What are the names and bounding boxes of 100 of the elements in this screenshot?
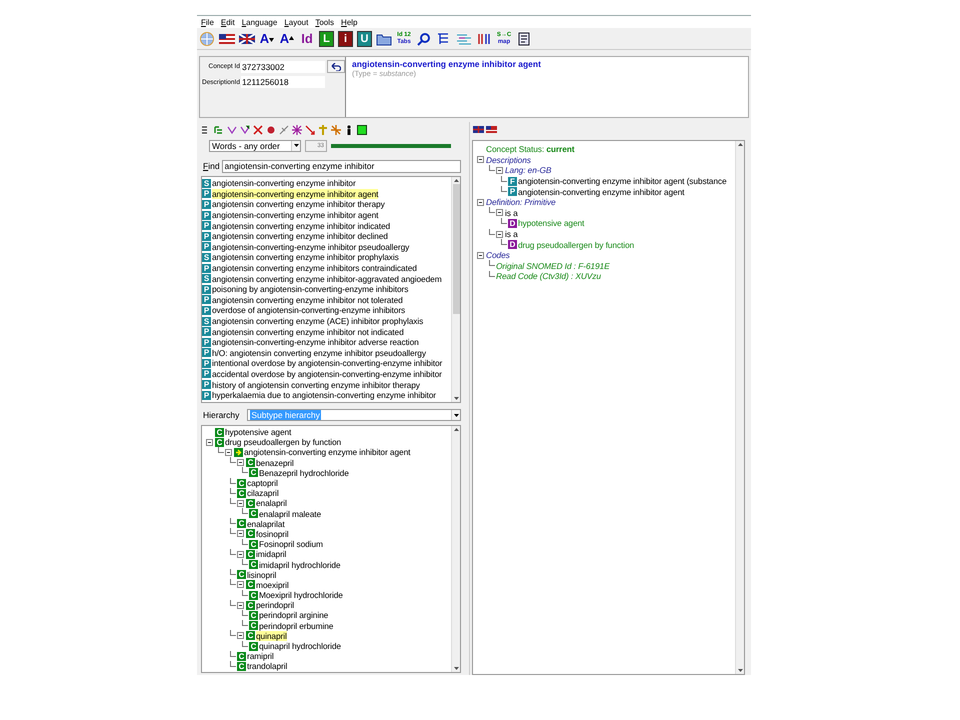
menu-item[interactable]: Layout: [284, 18, 308, 26]
result-item[interactable]: angiotensin-converting enzyme inhibitor agent: [212, 188, 378, 199]
tree-item[interactable]: imidapril hydrochloride: [259, 560, 340, 570]
scroll-down-icon[interactable]: [454, 397, 458, 400]
result-item[interactable]: hyperkalaemia due to angiotensin-converting enzyme inhibitor: [212, 390, 436, 400]
menu-item[interactable]: Edit: [220, 18, 235, 26]
font-larger-button[interactable]: A: [279, 30, 295, 48]
tree-item[interactable]: moexipril: [256, 580, 289, 590]
tree-item[interactable]: angiotensin-converting enzyme inhibitor agent: [244, 447, 410, 458]
tree-item[interactable]: lisinopril: [247, 570, 276, 580]
tree-item[interactable]: hypotensive agent: [225, 427, 292, 438]
tree-item[interactable]: perindopril erbumine: [259, 620, 334, 631]
tree-item[interactable]: fosinopril: [256, 528, 289, 539]
result-item[interactable]: angiotensin converting enzyme inhibitor not tolerated: [212, 294, 403, 305]
collapse-icon[interactable]: [237, 530, 244, 538]
result-item[interactable]: angiotensin converting enzyme inhibitor prophylaxis: [212, 252, 399, 262]
result-item[interactable]: angiotensin-converting enzyme inhibitor agent: [212, 210, 378, 220]
outline-icon[interactable]: [214, 125, 224, 135]
result-item[interactable]: poisoning by angiotensin-converting-enzyme inhibitors: [212, 284, 408, 294]
concept-badge: C: [249, 468, 258, 478]
concept-id-field[interactable]: 372733002: [240, 60, 325, 72]
tree-item[interactable]: Fosinopril sodium: [259, 539, 323, 550]
result-item[interactable]: angiotensin converting enzyme inhibitor indicated: [212, 220, 390, 231]
letter-button[interactable]: i: [338, 30, 353, 46]
detail-item: Codes: [486, 250, 510, 260]
id-button[interactable]: Id: [299, 30, 315, 48]
tree-item[interactable]: perindopril arginine: [259, 610, 328, 620]
arrow-icon[interactable]: [305, 125, 315, 135]
result-item[interactable]: angiotensin-converting enzyme inhibitor: [212, 178, 356, 188]
delete-icon[interactable]: [253, 125, 263, 135]
us-flag-icon[interactable]: [486, 126, 497, 133]
scrollbar[interactable]: [451, 426, 460, 672]
collapse-icon[interactable]: [496, 209, 503, 216]
tree-item[interactable]: Benazepril hydrochloride: [259, 468, 349, 478]
record-icon[interactable]: [266, 125, 276, 135]
collapse-icon[interactable]: [237, 632, 244, 640]
script-button[interactable]: [516, 30, 532, 48]
tree-item[interactable]: enalaprilat: [247, 518, 285, 529]
scroll-up-icon[interactable]: [454, 179, 458, 182]
result-item[interactable]: history of angiotensin converting enzyme inhibitor therapy: [212, 380, 420, 390]
tree-item[interactable]: imidapril: [256, 549, 286, 560]
tree-item[interactable]: quinapril: [256, 630, 287, 641]
tree-item[interactable]: trandolapril: [247, 661, 288, 672]
term-badge: P: [202, 200, 211, 209]
scroll-down-icon[interactable]: [454, 667, 458, 670]
result-item[interactable]: angiotensin converting enzyme inhibitor therapy: [212, 199, 385, 210]
result-item[interactable]: angiotensin converting enzyme inhibitor-aggravated angioedem: [212, 274, 442, 284]
menu-item[interactable]: Language: [242, 18, 278, 26]
collapse-icon[interactable]: [237, 500, 244, 507]
search-mode-select[interactable]: Words - any order: [209, 140, 301, 152]
tree-item[interactable]: perindopril: [256, 600, 294, 610]
tree-item[interactable]: ramipril: [247, 651, 274, 662]
tree-item[interactable]: enalapril maleate: [259, 508, 322, 519]
tree-item[interactable]: quinapril hydrochloride: [259, 641, 341, 652]
result-item[interactable]: overdose of angiotensin-converting-enzyme inhibitors: [212, 305, 406, 316]
collapse-icon[interactable]: [496, 230, 503, 238]
menu-item[interactable]: Help: [341, 18, 358, 26]
scrollbar[interactable]: [735, 141, 744, 674]
result-item[interactable]: h/O: angiotensin converting enzyme inhibitor pseudoallergy: [212, 348, 426, 358]
collapse-icon[interactable]: [237, 581, 244, 588]
collapse-icon[interactable]: [477, 198, 484, 206]
result-item[interactable]: angiotensin converting enzyme inhibitors contraindicated: [212, 263, 417, 274]
filter-add-icon[interactable]: [240, 125, 250, 135]
menu-item[interactable]: File: [201, 18, 214, 26]
letter-button[interactable]: L: [319, 30, 334, 46]
scroll-down-icon[interactable]: [738, 669, 742, 672]
collapse-icon[interactable]: [477, 156, 484, 164]
result-item[interactable]: intentional overdose by angiotensin-converting-enzyme inhibitor: [212, 358, 442, 368]
description-id-field[interactable]: 1211256018: [240, 76, 325, 88]
collapse-icon[interactable]: [477, 252, 484, 259]
result-item[interactable]: angiotensin converting enzyme inhibitor not indicated: [212, 326, 404, 337]
tree-item[interactable]: benazepril: [256, 458, 294, 468]
collapse-icon[interactable]: [225, 448, 232, 456]
find-field[interactable]: angiotensin-converting enzyme inhibitor: [222, 160, 461, 172]
scroll-up-icon[interactable]: [454, 428, 458, 431]
burst-icon[interactable]: [292, 125, 302, 135]
scrollbar[interactable]: [451, 177, 460, 402]
letter-button[interactable]: U: [357, 30, 372, 46]
font-smaller-button[interactable]: A: [259, 30, 275, 48]
sprig-icon[interactable]: [279, 125, 289, 135]
scroll-up-icon[interactable]: [738, 143, 742, 146]
result-item[interactable]: angiotensin converting enzyme (ACE) inhibitor prophylaxis: [212, 316, 424, 326]
tree-item[interactable]: Moexipril hydrochloride: [259, 590, 343, 600]
back-button[interactable]: [326, 60, 345, 73]
result-item[interactable]: angiotensin-converting-enzyme inhibitor pseudoallergy: [212, 242, 410, 252]
result-item[interactable]: angiotensin converting enzyme inhibitor declined: [212, 231, 388, 242]
collapse-icon[interactable]: [237, 459, 244, 466]
filter-icon[interactable]: [227, 125, 237, 135]
tree-item[interactable]: enalapril: [256, 498, 287, 508]
collapse-icon[interactable]: [496, 166, 503, 174]
tree-item[interactable]: captopril: [247, 478, 278, 488]
tree-item[interactable]: cilazapril: [247, 488, 279, 498]
square-icon[interactable]: [357, 125, 367, 135]
menu-item[interactable]: Tools: [315, 18, 334, 26]
collapse-icon[interactable]: [206, 438, 213, 446]
result-item[interactable]: angiotensin-converting-enzyme inhibitor adverse reaction: [212, 337, 419, 348]
result-item[interactable]: accidental overdose by angiotensin-converting-enzyme inhibitor: [212, 368, 442, 379]
collapse-icon[interactable]: [237, 602, 244, 609]
tree-item[interactable]: drug pseudoallergen by function: [225, 437, 342, 448]
collapse-icon[interactable]: [237, 550, 244, 558]
